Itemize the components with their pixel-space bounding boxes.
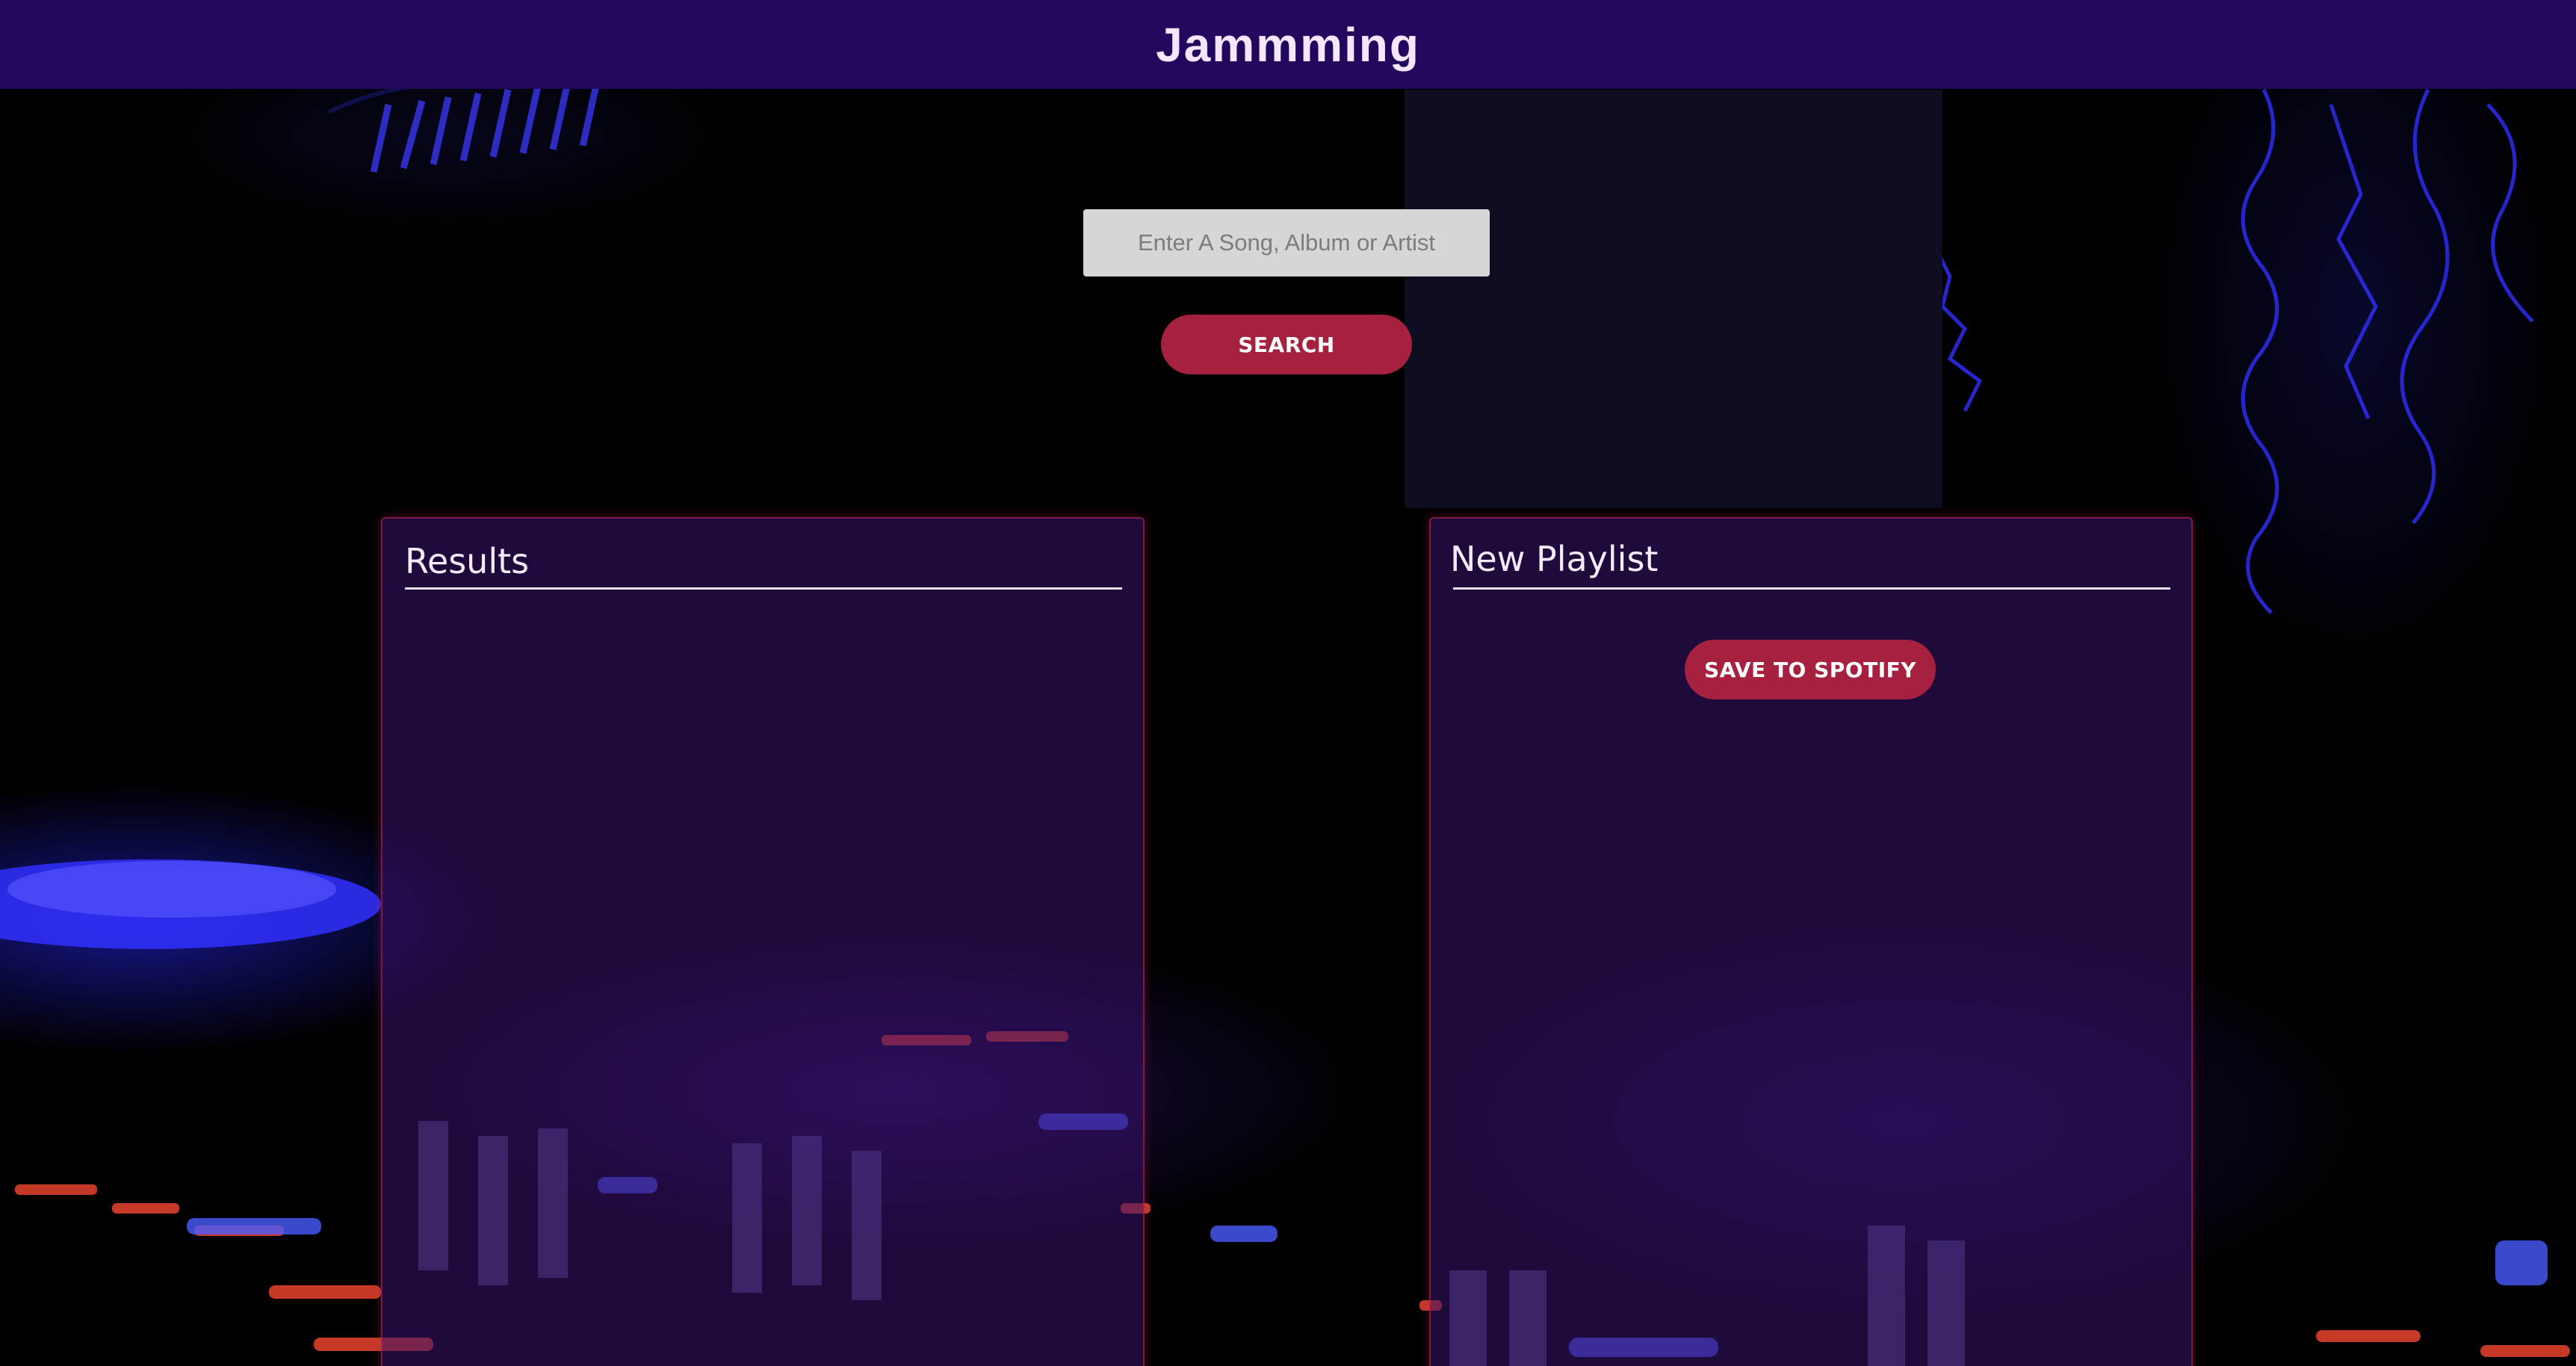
search-input[interactable] — [1083, 209, 1490, 276]
app-page: Jammming SEARCH Results SAVE TO SPOTIFY — [0, 0, 2576, 1366]
save-to-spotify-button[interactable]: SAVE TO SPOTIFY — [1685, 640, 1936, 699]
app-title: Jammming — [1156, 17, 1420, 72]
search-button[interactable]: SEARCH — [1161, 315, 1412, 374]
app-header: Jammming — [0, 0, 2576, 89]
results-panel: Results — [381, 517, 1145, 1366]
playlist-panel: SAVE TO SPOTIFY — [1429, 517, 2193, 1366]
playlist-divider — [1453, 587, 2170, 590]
results-title: Results — [405, 541, 530, 581]
results-divider — [405, 587, 1122, 590]
playlist-name-input[interactable] — [1450, 537, 1898, 581]
